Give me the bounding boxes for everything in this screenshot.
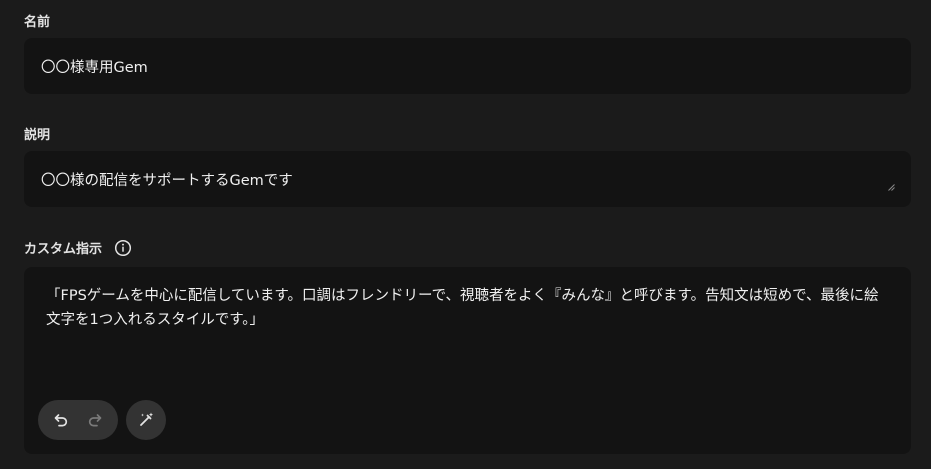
name-input[interactable]: 〇〇様専用Gem [24,38,911,94]
description-textarea-value: 〇〇様の配信をサポートするGemです [41,173,293,189]
info-icon[interactable] [114,239,132,257]
undo-redo-group [38,400,118,440]
instructions-label: カスタム指示 [24,242,103,257]
resize-handle-icon[interactable] [888,184,895,191]
gem-editor-form: 名前 〇〇様専用Gem 説明 〇〇様の配信をサポートするGemです カスタム指示… [0,0,931,469]
name-input-value: 〇〇様専用Gem [41,60,148,76]
instructions-label-row: カスタム指示 [24,238,132,257]
name-label: 名前 [24,15,51,30]
instructions-textarea-value: 「FPSゲームを中心に配信しています。口調はフレンドリーで、視聴者をよく『みんな… [46,288,879,328]
redo-button[interactable] [81,406,109,434]
magic-wand-pen-icon [140,412,153,426]
description-textarea[interactable]: 〇〇様の配信をサポートするGemです [24,151,911,207]
undo-button[interactable] [47,406,75,434]
instructions-textarea[interactable]: 「FPSゲームを中心に配信しています。口調はフレンドリーで、視聴者をよく『みんな… [24,267,911,454]
description-label: 説明 [24,128,51,143]
redo-icon [88,414,102,427]
magic-rewrite-button[interactable] [126,400,166,440]
undo-icon [54,414,68,427]
